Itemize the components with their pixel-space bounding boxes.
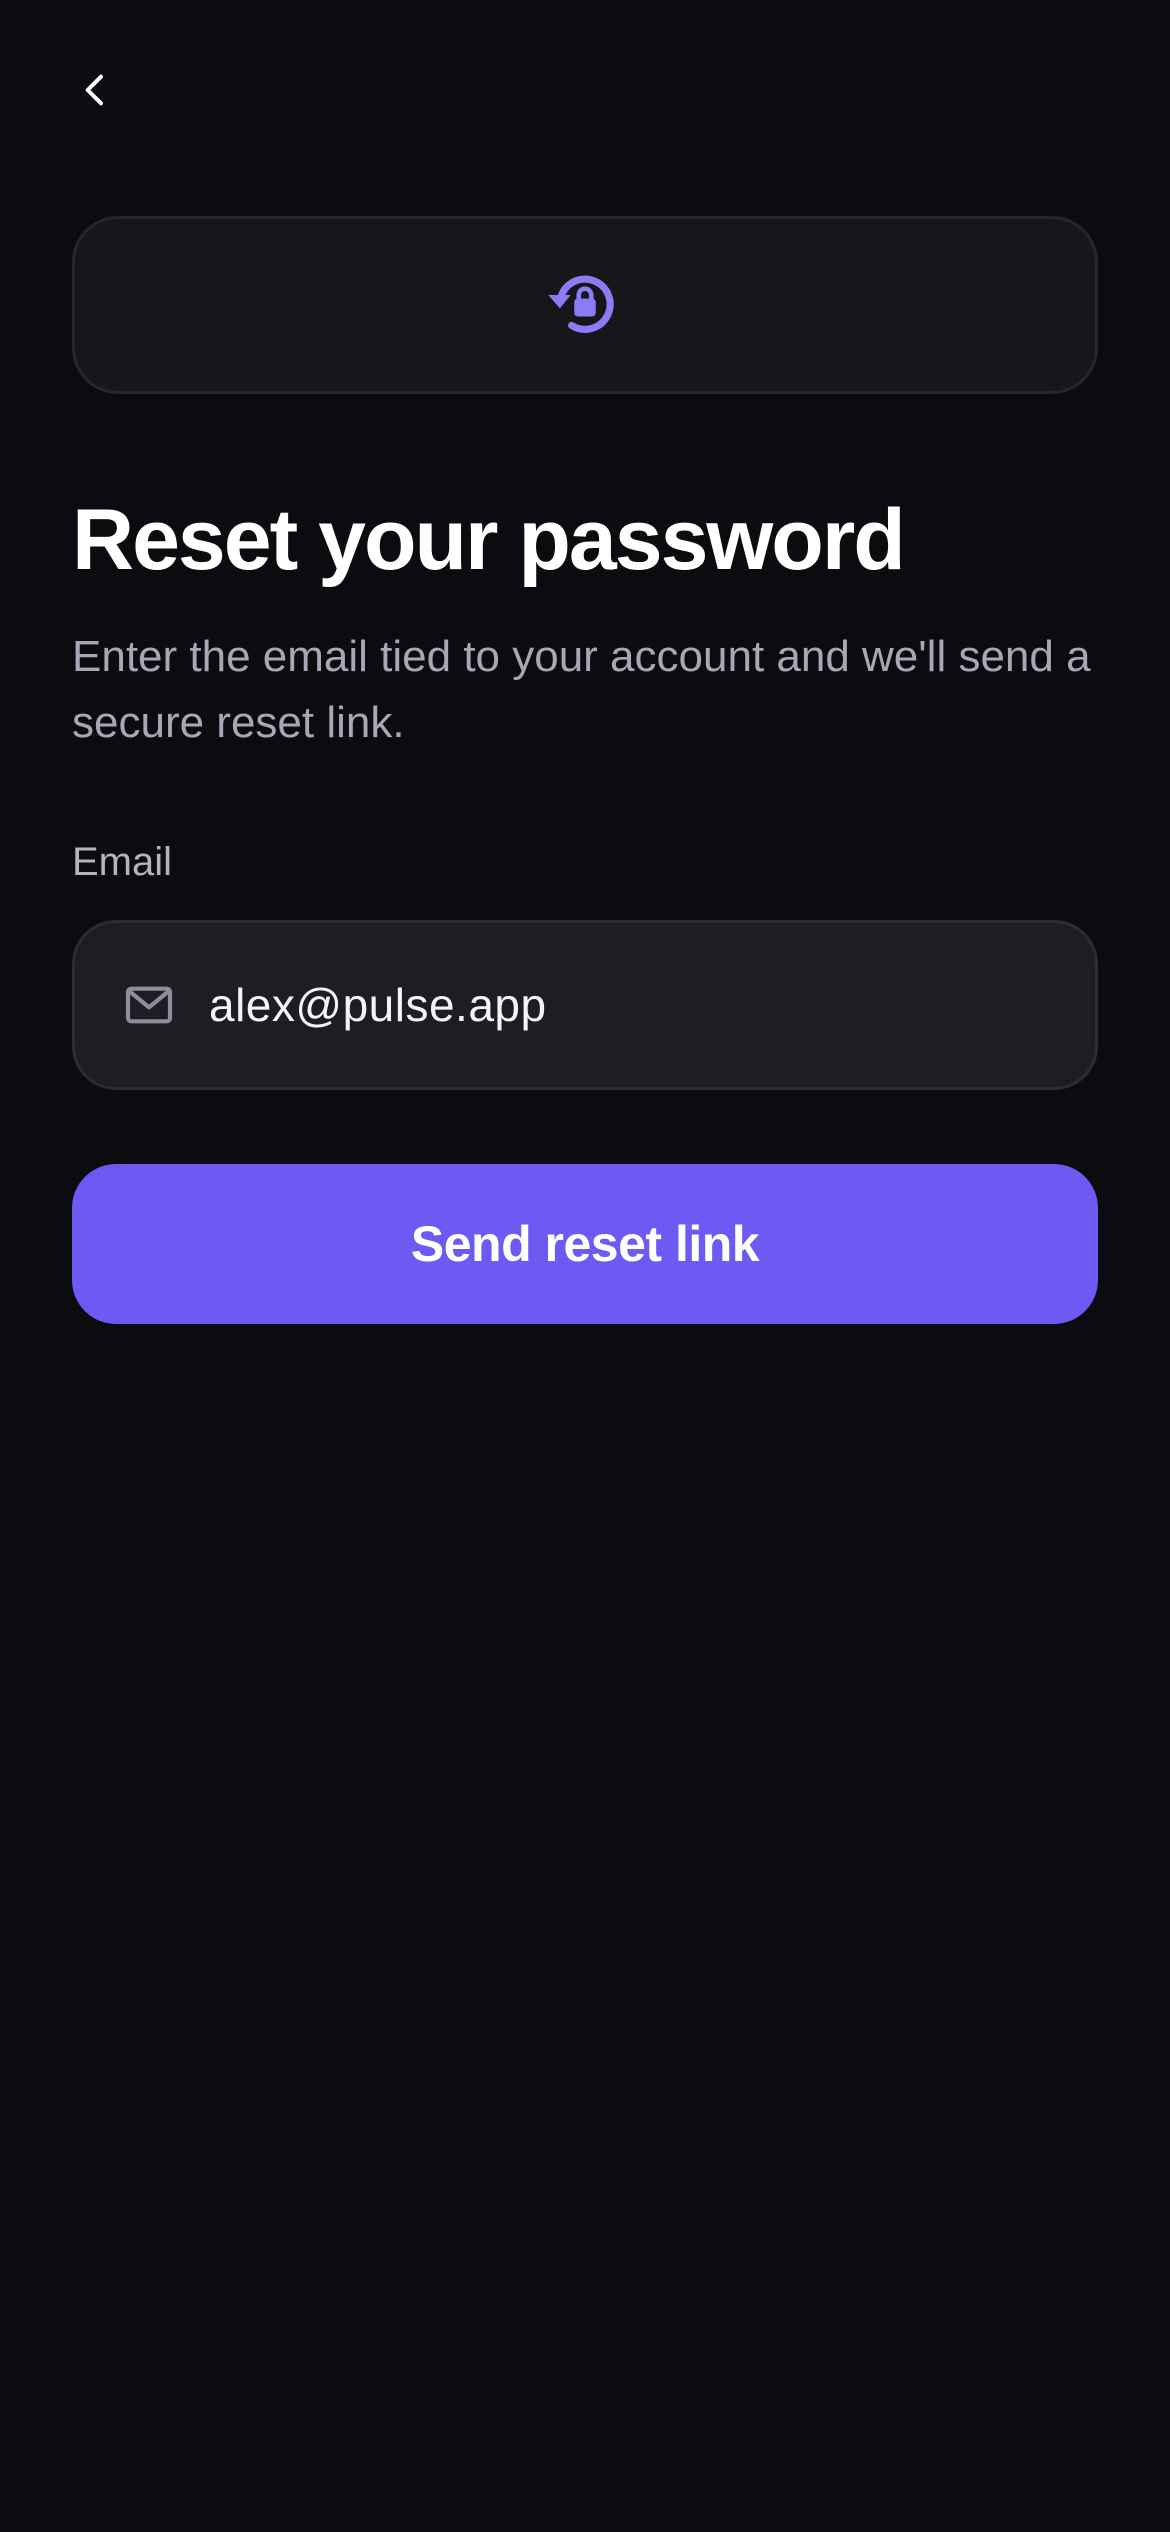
mail-icon [121,977,177,1033]
back-button[interactable] [64,60,128,124]
hero-card [72,216,1098,394]
email-input[interactable] [209,923,1095,1087]
lock-reset-icon [542,260,628,351]
email-label: Email [72,840,173,884]
email-field[interactable] [72,920,1098,1090]
page-subtitle: Enter the email tied to your account and… [72,632,1091,747]
send-reset-link-button[interactable]: Send reset link [72,1164,1098,1324]
page-title: Reset your password [72,492,906,588]
chevron-left-icon [76,70,116,115]
